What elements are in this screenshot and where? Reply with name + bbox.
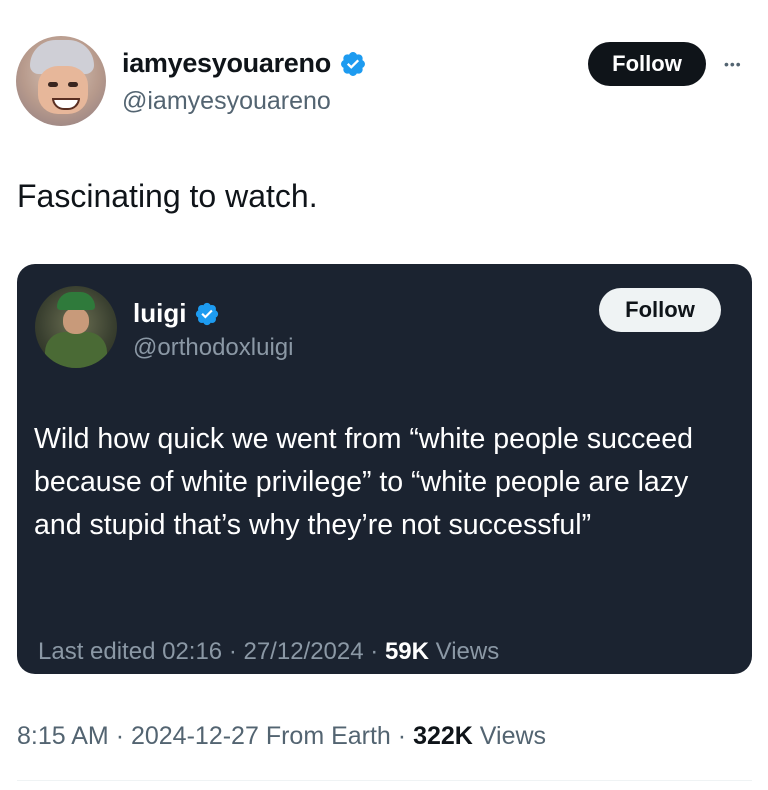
quoted-tweet-text: Wild how quick we went from “white peopl…	[34, 423, 693, 541]
tweet-text: Fascinating to watch.	[17, 178, 318, 214]
verified-badge-icon	[196, 302, 219, 325]
quoted-tweet-card[interactable]: luigi @orthodoxluigi Follow Wild how qui…	[17, 264, 752, 674]
quoted-follow-button[interactable]: Follow	[599, 288, 721, 332]
tweet-date[interactable]: 2024-12-27	[131, 722, 259, 750]
quoted-author-avatar[interactable]	[35, 286, 117, 368]
quoted-edited-timestamp[interactable]: Last edited 02:16 · 27/12/2024	[38, 638, 364, 665]
meta-separator: ·	[370, 638, 379, 665]
author-avatar[interactable]	[16, 36, 106, 126]
meta-separator: ·	[397, 722, 407, 750]
tweet-time[interactable]: 8:15 AM	[17, 722, 109, 750]
tweet-meta: 8:15 AM · 2024-12-27 From Earth · 322K V…	[17, 722, 546, 751]
author-handle[interactable]: @iamyesyouareno	[122, 87, 331, 116]
tweet-views-label: Views	[479, 722, 547, 750]
author-display-name[interactable]: iamyesyouareno	[122, 48, 331, 79]
author-name-row: iamyesyouareno	[122, 48, 367, 79]
quoted-author-handle[interactable]: @orthodoxluigi	[133, 334, 293, 362]
quoted-author-name-row: luigi	[133, 298, 220, 329]
quoted-tweet-meta: Last edited 02:16 · 27/12/2024 · 59K Vie…	[38, 638, 499, 666]
divider	[17, 780, 752, 781]
tweet-source: From Earth	[265, 722, 391, 750]
more-options-icon[interactable]: •••	[724, 56, 752, 72]
follow-button[interactable]: Follow	[588, 42, 706, 86]
quoted-author-display-name[interactable]: luigi	[133, 298, 186, 329]
quoted-views-label: Views	[435, 638, 500, 665]
verified-badge-icon	[340, 51, 365, 76]
tweet-views-count: 322K	[413, 722, 473, 750]
quoted-views-count: 59K	[384, 638, 429, 665]
meta-separator: ·	[115, 722, 125, 750]
